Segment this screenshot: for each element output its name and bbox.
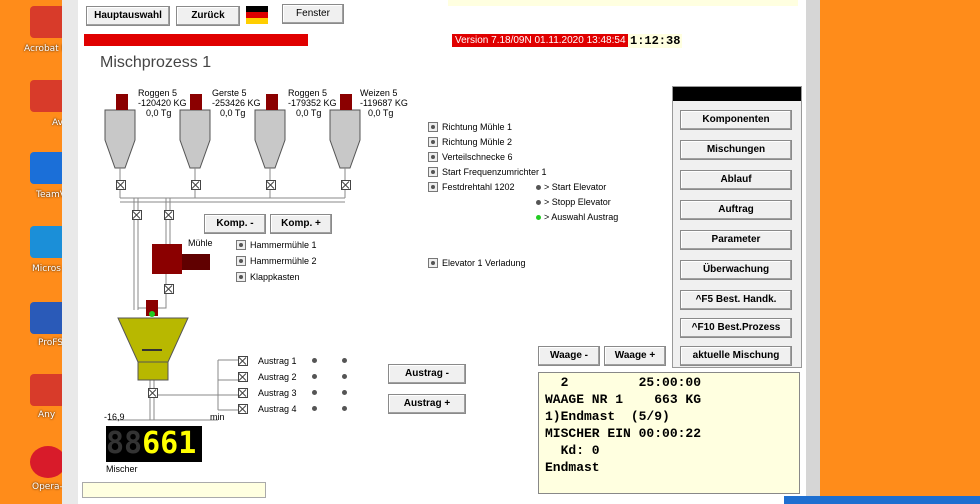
scale-info-panel: 2 25:00:00 WAAGE NR 1 663 KG 1)Endmast (… [538, 372, 800, 494]
acrobat-icon [30, 6, 66, 38]
valve-icon[interactable] [238, 404, 248, 414]
anydesk-icon [30, 374, 66, 406]
valve-icon[interactable] [148, 388, 158, 398]
taskbar-segment [784, 496, 980, 504]
silo-1 [104, 109, 136, 169]
waage-minus-button[interactable]: Waage - [538, 346, 600, 366]
valve-icon[interactable] [238, 356, 248, 366]
desktop-icon-label: ProFS [38, 338, 64, 348]
mixer-min-label: min [210, 412, 225, 422]
silo-motor-icon[interactable] [340, 94, 352, 110]
desktop-icon-label: Opera-I [32, 482, 66, 492]
valve-icon[interactable] [238, 372, 248, 382]
muehle-checkbox[interactable] [236, 240, 246, 250]
auftrag-button[interactable]: Auftrag [680, 200, 792, 220]
valve-icon[interactable] [116, 180, 126, 190]
silo-motor-icon[interactable] [116, 94, 128, 110]
aktuelle-mischung-button[interactable]: aktuelle Mischung [680, 346, 792, 366]
valve-icon[interactable] [191, 180, 201, 190]
window-border-right [806, 0, 820, 504]
signal-checkbox[interactable] [428, 167, 438, 177]
muehle-checkbox[interactable] [236, 256, 246, 266]
signal-checkbox[interactable] [428, 137, 438, 147]
signal-checkbox[interactable] [428, 152, 438, 162]
muehle-label: Mühle [188, 238, 213, 248]
mixer-temperature: -16,9 [104, 412, 125, 422]
austrag-minus-button[interactable]: Austrag - [388, 364, 466, 384]
desktop-icon-label: Micros [32, 264, 61, 274]
valve-icon[interactable] [164, 284, 174, 294]
f10-best-prozess-button[interactable]: ^F10 Best.Prozess [680, 318, 792, 338]
valve-icon[interactable] [164, 210, 174, 220]
muehle-icon[interactable] [152, 244, 182, 274]
desktop-icon-label: Any [38, 410, 56, 420]
side-menu-header [673, 87, 801, 101]
parameter-button[interactable]: Parameter [680, 230, 792, 250]
status-dot [536, 200, 541, 205]
mixer-weight-display: 88661 [106, 426, 202, 462]
ablauf-button[interactable]: Ablauf [680, 170, 792, 190]
valve-icon[interactable] [132, 210, 142, 220]
silo-motor-icon[interactable] [266, 94, 278, 110]
elevator-verladung-label: Elevator 1 Verladung [442, 258, 526, 268]
valve-icon[interactable] [266, 180, 276, 190]
valve-icon[interactable] [238, 388, 248, 398]
komp-plus-button[interactable]: Komp. + [270, 214, 332, 234]
mixer-status-dot [149, 311, 155, 317]
teamviewer-icon [30, 152, 66, 184]
muehle-checkbox[interactable] [236, 272, 246, 282]
opera-icon [30, 446, 66, 478]
muehle-motor-icon[interactable] [182, 254, 210, 270]
window-border-left [62, 0, 78, 504]
silo-3 [254, 109, 286, 169]
waage-plus-button[interactable]: Waage + [604, 346, 666, 366]
mixer-tank [117, 317, 189, 363]
profs-icon [30, 302, 66, 334]
status-dot-active [536, 215, 541, 220]
komponenten-button[interactable]: Komponenten [680, 110, 792, 130]
elevator-verladung-checkbox[interactable] [428, 258, 438, 268]
status-dot [536, 185, 541, 190]
message-input[interactable] [82, 482, 266, 498]
signal-checkbox[interactable] [428, 122, 438, 132]
austrag-plus-button[interactable]: Austrag + [388, 394, 466, 414]
komp-minus-button[interactable]: Komp. - [204, 214, 266, 234]
signal-checkbox[interactable] [428, 182, 438, 192]
f5-best-handk-button[interactable]: ^F5 Best. Handk. [680, 290, 792, 310]
silo-4 [329, 109, 361, 169]
silo-2 [179, 109, 211, 169]
mixer-label: Mischer [106, 464, 138, 474]
silo-motor-icon[interactable] [190, 94, 202, 110]
ueberwachung-button[interactable]: Überwachung [680, 260, 792, 280]
edge-icon [30, 226, 66, 258]
antivirus-icon [30, 80, 66, 112]
mischungen-button[interactable]: Mischungen [680, 140, 792, 160]
valve-icon[interactable] [341, 180, 351, 190]
